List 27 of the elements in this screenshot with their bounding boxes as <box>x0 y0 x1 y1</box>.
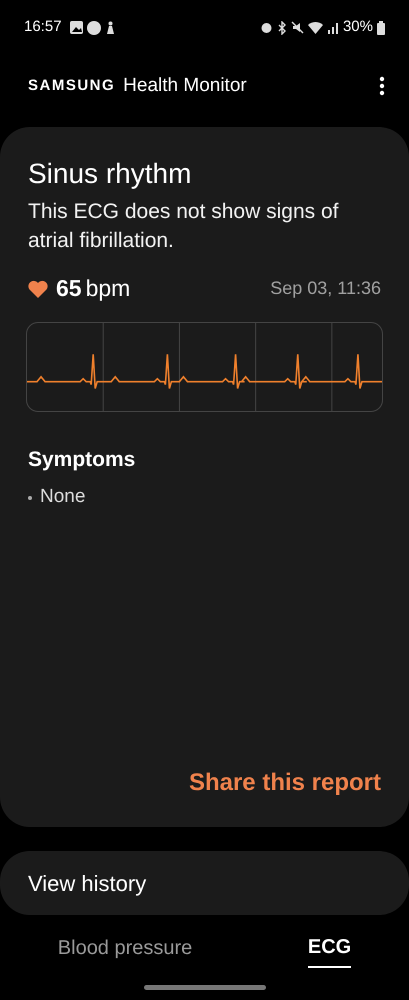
signal-icon <box>326 22 339 34</box>
bullet-icon <box>28 496 32 500</box>
result-description: This ECG does not show signs of atrial fibrillation. <box>28 198 340 254</box>
alarm-icon <box>260 21 273 34</box>
image-icon <box>70 21 83 34</box>
heart-rate-unit: bpm <box>86 274 130 304</box>
figure-icon <box>104 20 116 34</box>
wifi-icon <box>308 22 323 34</box>
share-report-link[interactable]: Share this report <box>188 765 381 801</box>
heart-icon <box>28 280 48 298</box>
brand-logo: SAMSUNG <box>28 76 116 96</box>
circle-icon <box>86 20 101 34</box>
bluetooth-icon <box>276 20 287 34</box>
status-time: 16:57 <box>24 17 62 38</box>
symptom-item: None <box>40 485 86 510</box>
heart-rate-value: 65 <box>56 274 82 304</box>
tab[interactable]: ECG <box>308 932 352 968</box>
battery-percent: 30% <box>342 17 373 38</box>
more-options-icon <box>379 76 385 96</box>
tab[interactable]: Blood pressure <box>58 933 192 967</box>
battery-icon <box>377 20 385 34</box>
view-history-button[interactable]: View history <box>0 851 409 915</box>
timestamp: Sep 03, 11:36 <box>270 277 381 300</box>
result-title: Sinus rhythm <box>28 157 192 191</box>
app-title: Health Monitor <box>123 74 247 98</box>
symptoms-title: Symptoms <box>28 446 136 473</box>
mute-icon <box>290 21 304 34</box>
